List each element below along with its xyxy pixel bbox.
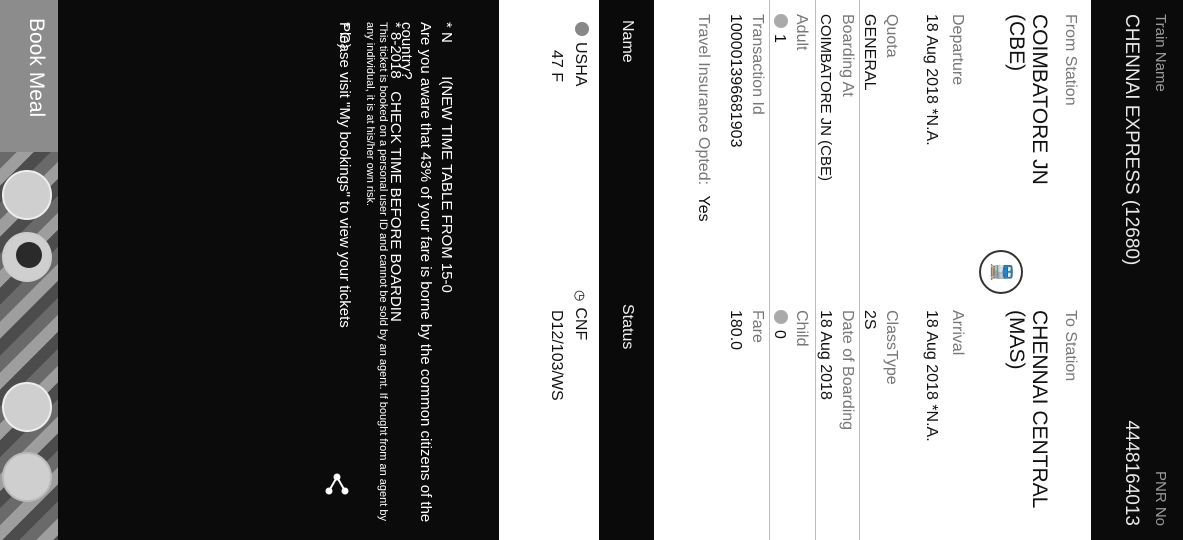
train-name-label: Train Name <box>1152 14 1169 92</box>
quota-value: GENERAL <box>861 14 878 91</box>
journey-section: From Station COIMBATORE JN (CBE) 🚆 To St… <box>905 0 1091 540</box>
ticket-header: Train Name CHENNAI EXPRESS (12680) PNR N… <box>1091 0 1183 540</box>
passenger-status: CNF <box>572 307 589 341</box>
to-station-label: To Station <box>1062 310 1079 382</box>
to-station: CHENNAI CENTRAL (MAS) <box>1005 310 1051 508</box>
book-meal-button[interactable]: Book Meal <box>0 0 58 540</box>
boarding-at-label: Boarding At <box>839 14 856 97</box>
table-row: USHA 47 F ◷ CNF D12/103/WS <box>499 0 599 540</box>
child-label: Child <box>793 310 810 347</box>
from-station-label: From Station <box>1062 14 1079 106</box>
transaction-id-value: 100001396681903 <box>727 14 744 148</box>
note-line: * N I(NEW TIME TABLE FROM 15-0 <box>438 22 455 293</box>
child-count: 0 <box>771 330 788 339</box>
ticket-screen: Train Name CHENNAI EXPRESS (12680) PNR N… <box>0 0 1183 540</box>
transaction-id-label: Transaction Id <box>749 14 766 115</box>
passenger-name: USHA <box>572 42 589 87</box>
class-type-label: ClassType <box>883 310 900 385</box>
transaction-row: Transaction Id 100001396681903 Fare 180.… <box>724 0 770 540</box>
departure-label: Departure <box>949 14 966 86</box>
insurance-value: Yes <box>695 195 712 222</box>
arrival-value: 18 Aug 2018 *N.A. <box>923 310 940 442</box>
fare-value: 180.0 <box>727 310 744 351</box>
insurance-label: Travel Insurance Opted: <box>695 14 712 186</box>
disclaimer-text: This ticket is booked on a personal user… <box>364 22 389 521</box>
insurance-row: Travel Insurance Opted: Yes <box>653 0 726 540</box>
status-column-header: Status <box>619 304 636 350</box>
child-icon <box>774 310 788 324</box>
arrival-label: Arrival <box>949 310 966 356</box>
date-of-boarding-value: 18 Aug 2018 <box>817 310 834 400</box>
quota-label: Quota <box>883 14 900 58</box>
pax-count-row: Adult 1 Child 0 <box>770 0 816 540</box>
train-icon: 🚆 <box>979 250 1023 294</box>
date-of-boarding-label: Date of Boarding <box>839 310 856 431</box>
name-column-header: Name <box>619 20 636 63</box>
passenger-avatar-icon <box>575 22 589 36</box>
pnr-number: 4448164013 <box>1121 420 1142 526</box>
book-meal-label: Book Meal <box>25 18 48 118</box>
departure-value: 18 Aug 2018 *N.A. <box>923 14 940 146</box>
passenger-seat: D12/103/WS <box>548 310 565 401</box>
quota-row: Quota GENERAL ClassType 2S <box>859 0 906 540</box>
clock-icon: ◷ <box>573 290 588 302</box>
fare-label: Fare <box>749 310 766 343</box>
boarding-at-value: COIMBATORE JN (CBE) <box>817 14 834 181</box>
adult-count: 1 <box>771 34 788 43</box>
pnr-label: PNR No <box>1152 470 1169 526</box>
notes-section: * N I(NEW TIME TABLE FROM 15-0 * 8-2018 … <box>58 0 499 540</box>
passenger-table-header: Name Status <box>599 0 654 540</box>
from-station: COIMBATORE JN (CBE) <box>1005 14 1051 185</box>
boarding-row: Boarding At COIMBATORE JN (CBE) Date of … <box>815 0 860 540</box>
passenger-age-gender: 47 F <box>548 50 565 83</box>
share-icon[interactable] <box>323 470 351 498</box>
adult-label: Adult <box>793 14 810 51</box>
class-type-value: 2S <box>861 310 878 330</box>
adult-icon <box>774 14 788 28</box>
meal-image <box>0 152 58 540</box>
my-bookings-text: Please visit "My bookings" to view your … <box>336 22 353 328</box>
fare-notice: Are you aware that 43% of your fare is b… <box>398 22 434 523</box>
train-name: CHENNAI EXPRESS (12680) <box>1121 14 1142 266</box>
